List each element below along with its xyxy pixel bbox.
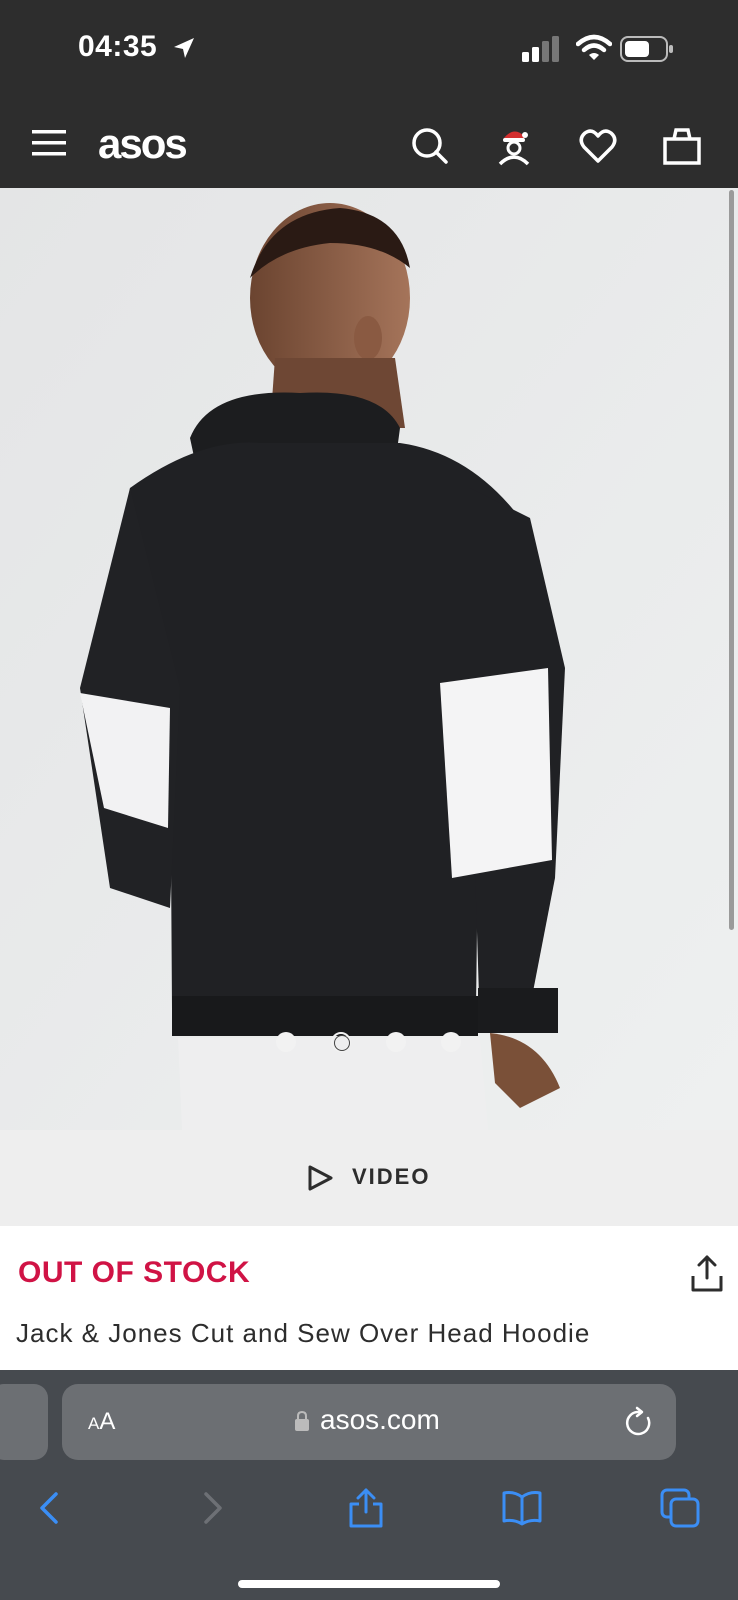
share-icon[interactable] xyxy=(690,1254,724,1294)
scroll-indicator xyxy=(729,190,734,930)
tabs-icon[interactable] xyxy=(660,1488,700,1528)
forward-chevron-icon[interactable] xyxy=(190,1488,230,1528)
address-bar[interactable]: AA asos.com xyxy=(62,1384,676,1460)
stock-status: OUT OF STOCK xyxy=(18,1256,251,1289)
reload-icon[interactable] xyxy=(624,1406,654,1438)
heart-icon[interactable] xyxy=(578,126,618,166)
video-button[interactable]: VIDEO xyxy=(0,1130,738,1226)
back-chevron-icon[interactable] xyxy=(32,1488,72,1528)
account-santa-icon[interactable] xyxy=(494,126,534,166)
status-time: 04:35 xyxy=(78,30,158,63)
text-size-button[interactable]: AA xyxy=(88,1408,115,1436)
carousel-dot[interactable] xyxy=(441,1032,461,1052)
carousel-dot-active[interactable] xyxy=(331,1032,351,1052)
asos-logo[interactable]: asos xyxy=(98,120,188,168)
video-label: VIDEO xyxy=(352,1164,431,1189)
wifi-icon xyxy=(576,34,612,60)
browser-toolbar: AA asos.com xyxy=(0,1370,738,1600)
product-image[interactable] xyxy=(0,188,738,1130)
book-icon[interactable] xyxy=(502,1488,542,1528)
share-icon[interactable] xyxy=(346,1488,386,1528)
battery-icon xyxy=(620,36,673,62)
home-indicator[interactable] xyxy=(238,1580,500,1588)
search-icon[interactable] xyxy=(410,126,450,166)
play-outline-icon xyxy=(308,1165,333,1191)
hoodie-photo xyxy=(0,188,738,1130)
product-title: Jack & Jones Cut and Sew Over Head Hoodi… xyxy=(16,1318,591,1348)
product-info: OUT OF STOCK Jack & Jones Cut and Sew Ov… xyxy=(0,1226,738,1370)
app-header: asos xyxy=(0,100,738,188)
carousel-dots xyxy=(0,1032,738,1056)
lock-icon xyxy=(295,1410,309,1431)
carousel-dot[interactable] xyxy=(386,1032,406,1052)
previous-tab-pill[interactable] xyxy=(0,1384,48,1460)
shopping-bag-icon[interactable] xyxy=(662,126,702,166)
cellular-signal-icon xyxy=(522,36,559,62)
status-bar: 04:35 xyxy=(0,0,738,100)
hamburger-menu-icon[interactable] xyxy=(32,130,66,156)
carousel-dot[interactable] xyxy=(276,1032,296,1052)
location-arrow-icon xyxy=(174,38,194,58)
url-text: asos.com xyxy=(320,1404,440,1435)
